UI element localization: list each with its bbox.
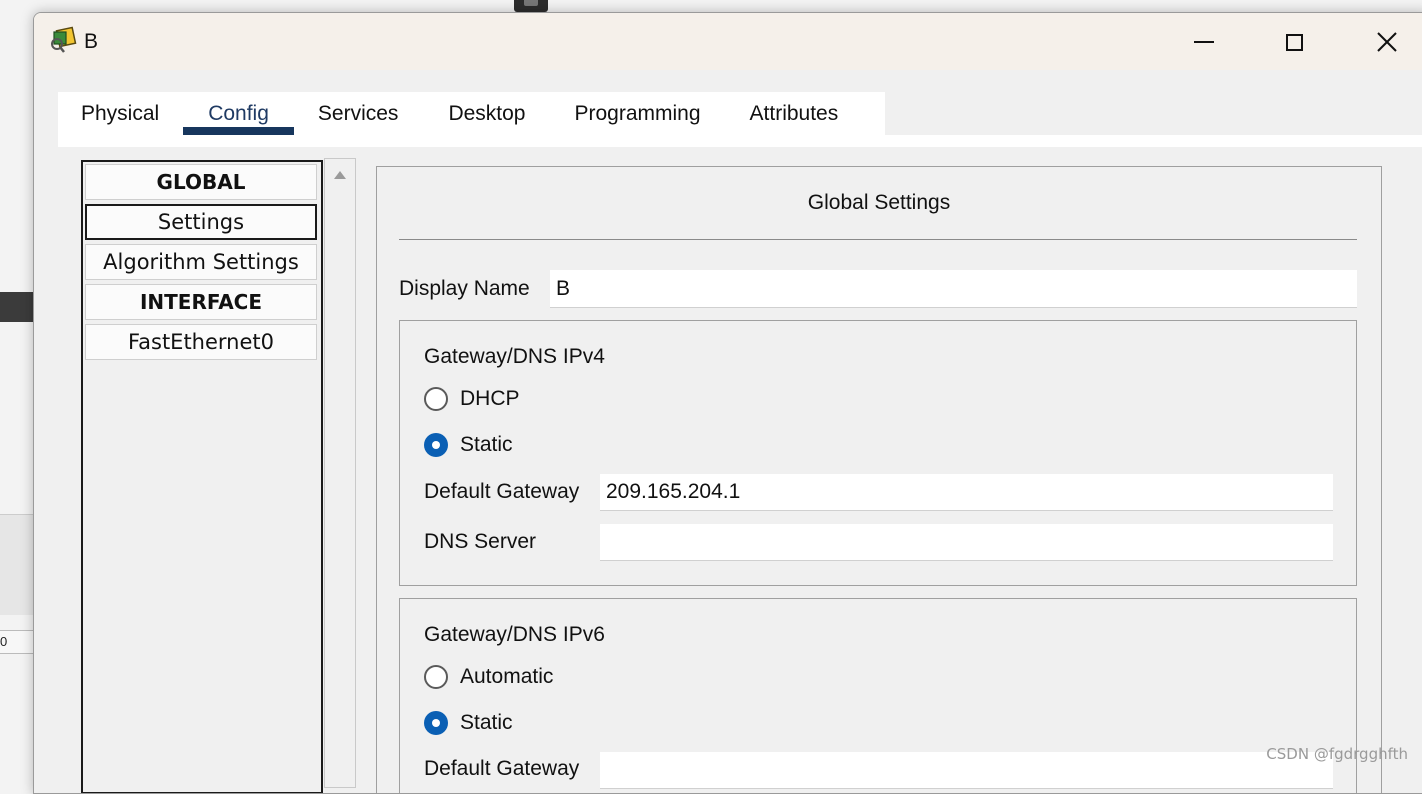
window-title: B [84,30,99,53]
tab-attributes[interactable]: Attributes [750,92,839,135]
sidebar-item-fastethernet0[interactable]: FastEthernet0 [85,324,317,360]
active-tab-indicator [183,127,294,135]
dhcp-radio[interactable] [424,387,448,411]
automatic-radio[interactable] [424,665,448,689]
close-icon [1377,32,1397,52]
automatic-radio-row[interactable]: Automatic [424,665,553,689]
title-bar[interactable]: B [34,13,1422,70]
minimize-button[interactable] [1184,23,1224,61]
tab-bar: Physical Config Services Desktop Program… [58,92,885,135]
tab-desktop[interactable]: Desktop [448,92,525,135]
static-radio-row[interactable]: Static [424,433,513,457]
ipv4-heading: Gateway/DNS IPv4 [424,345,605,368]
ipv6-static-label: Static [460,711,513,734]
maximize-button[interactable] [1274,23,1314,61]
dhcp-radio-row[interactable]: DHCP [424,387,520,411]
device-window: B Physical Config Services Desktop Progr… [33,12,1422,794]
config-sidebar: GLOBAL Settings Algorithm Settings INTER… [81,160,323,793]
close-button[interactable] [1367,23,1407,61]
static-label: Static [460,433,513,456]
dns-server-field[interactable] [600,524,1333,561]
tab-content-header [58,135,1422,147]
pc-device-icon [51,26,77,53]
default-gateway-field[interactable] [600,474,1333,511]
tab-physical[interactable]: Physical [81,92,159,135]
background-window-fragment [0,292,34,322]
background-window-fragment [0,514,34,615]
ipv6-group: Gateway/DNS IPv6 Automatic Static Defaul… [399,598,1357,793]
sidebar-item-settings[interactable]: Settings [85,204,317,240]
dhcp-label: DHCP [460,387,520,410]
automatic-label: Automatic [460,665,554,688]
ipv6-static-radio-row[interactable]: Static [424,711,513,735]
sidebar-header-global: GLOBAL [85,164,317,200]
sidebar-scrollbar[interactable] [324,158,356,788]
tab-services[interactable]: Services [318,92,399,135]
divider [399,239,1357,240]
background-text-fragment: 0 [0,630,34,654]
ipv6-heading: Gateway/DNS IPv6 [424,623,605,646]
scroll-up-icon[interactable] [334,171,346,179]
maximize-icon [1285,33,1303,51]
dns-server-label: DNS Server [424,530,537,553]
display-name-label: Display Name [399,277,530,300]
panel-title: Global Settings [807,191,951,214]
static-radio[interactable] [424,433,448,457]
ipv4-group: Gateway/DNS IPv4 DHCP Static Default Gat… [399,320,1357,586]
tab-programming[interactable]: Programming [574,92,700,135]
tab-config[interactable]: Config [183,92,294,135]
ipv6-static-radio[interactable] [424,711,448,735]
display-name-field[interactable] [550,270,1357,308]
watermark: CSDN @fgdrgghfth [1266,745,1408,763]
background-window-fragment [514,0,548,12]
sidebar-item-algorithm-settings[interactable]: Algorithm Settings [85,244,317,280]
default-gateway-label: Default Gateway [424,480,580,503]
global-settings-panel: Global Settings Display Name Gateway/DNS… [376,166,1382,793]
minimize-icon [1194,41,1214,43]
ipv6-default-gateway-label: Default Gateway [424,757,580,780]
sidebar-header-interface: INTERFACE [85,284,317,320]
